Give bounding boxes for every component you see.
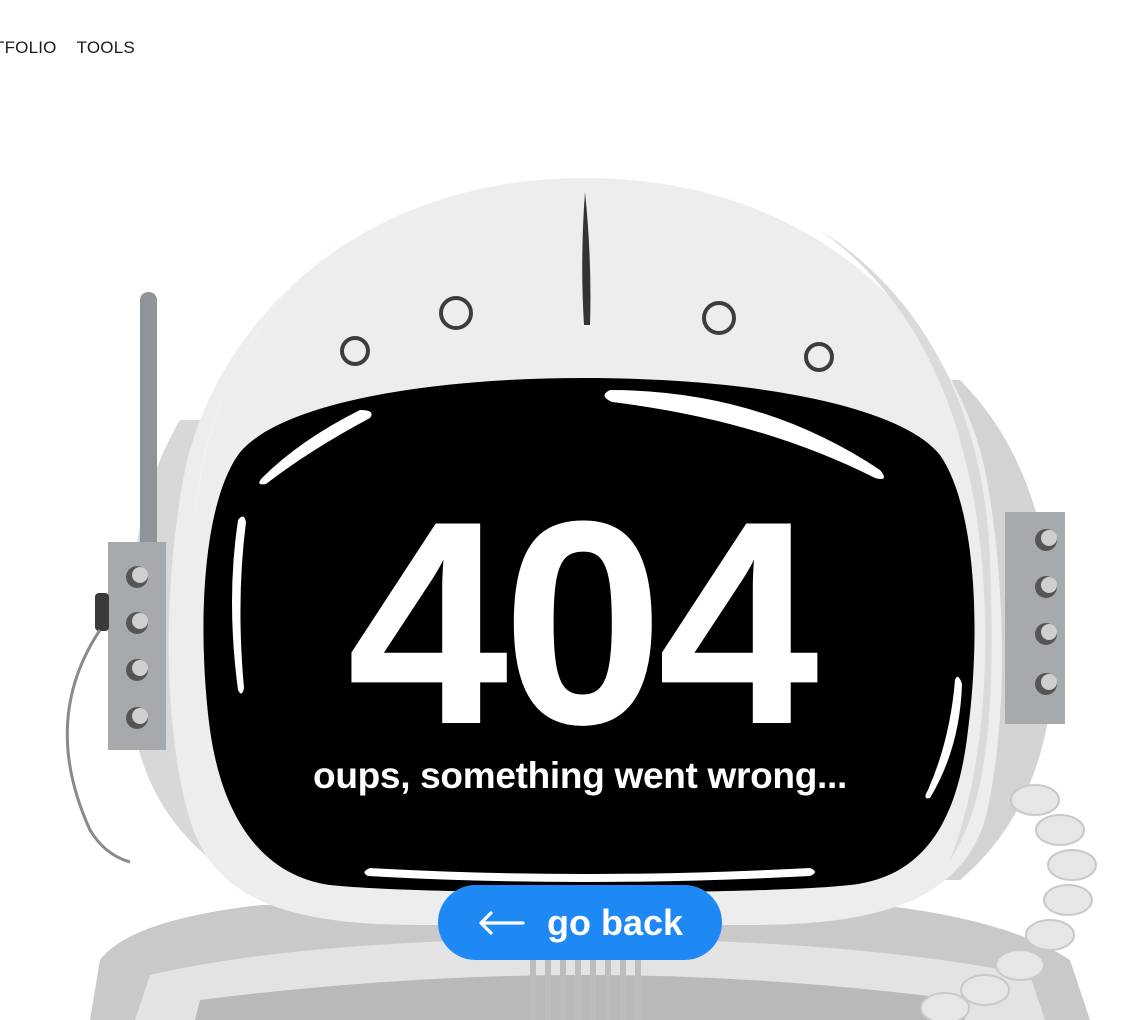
arrow-left-icon bbox=[479, 910, 525, 935]
error-message: oups, something went wrong... bbox=[313, 755, 847, 796]
go-back-button[interactable]: go back bbox=[438, 885, 722, 960]
error-page: TFOLIO TOOLS 404 oups, something went wr… bbox=[0, 0, 1136, 1020]
error-code-heading: 404 bbox=[347, 461, 819, 785]
go-back-label: go back bbox=[546, 901, 684, 943]
side-panel-right bbox=[1005, 512, 1065, 724]
